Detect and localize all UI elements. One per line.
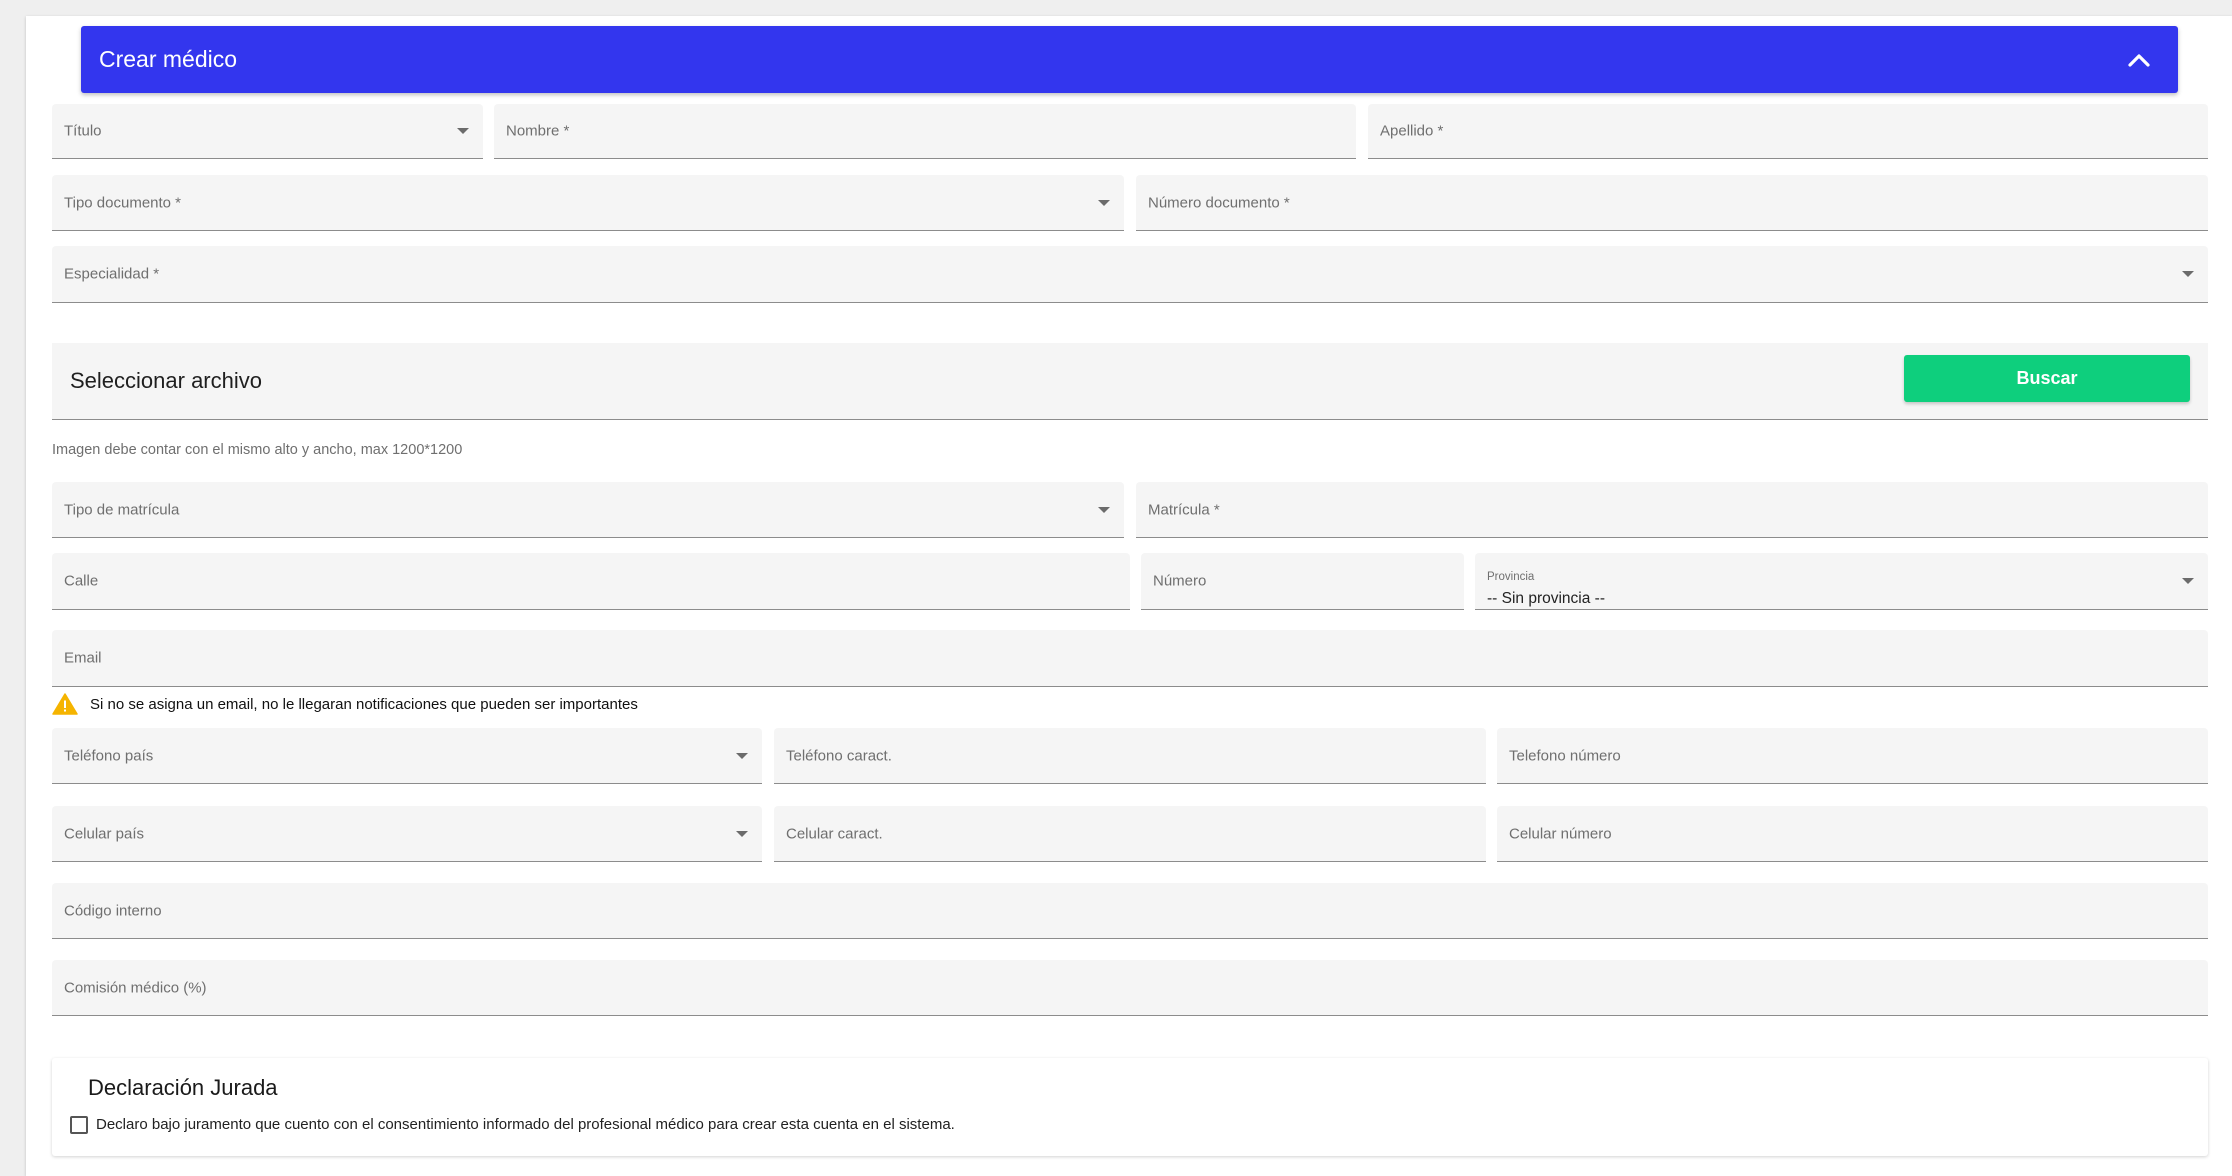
file-hint: Imagen debe contar con el mismo alto y a… — [52, 442, 463, 458]
telefono-numero-input[interactable]: Telefono número — [1497, 728, 2208, 784]
apellido-input[interactable]: Apellido * — [1368, 104, 2208, 159]
dropdown-arrow-icon — [2182, 578, 2194, 584]
dropdown-arrow-icon — [736, 752, 748, 759]
tipo-matricula-label: Tipo de matrícula — [64, 501, 180, 518]
tipo-matricula-select[interactable]: Tipo de matrícula — [52, 482, 1124, 538]
numero-documento-label: Número documento * — [1148, 194, 1290, 211]
declaracion-title: Declaración Jurada — [88, 1075, 278, 1100]
form-header[interactable]: Crear médico — [81, 26, 2178, 93]
titulo-label: Título — [64, 122, 102, 140]
celular-pais-label: Celular país — [64, 825, 145, 842]
declaracion-jurada-panel: Declaración Jurada Declaro bajo jurament… — [52, 1058, 2208, 1156]
tipo-documento-select[interactable]: Tipo documento * — [52, 175, 1124, 231]
comision-label: Comisión médico (%) — [64, 979, 207, 996]
dropdown-arrow-icon — [1098, 199, 1110, 206]
celular-caract-label: Celular caract. — [786, 825, 883, 842]
dropdown-arrow-icon — [1098, 506, 1110, 513]
telefono-numero-label: Telefono número — [1509, 747, 1621, 764]
telefono-pais-label: Teléfono país — [64, 747, 154, 764]
provincia-select[interactable]: Provincia -- Sin provincia -- — [1475, 553, 2208, 610]
codigo-interno-label: Código interno — [64, 902, 162, 919]
numero-input[interactable]: Número — [1141, 553, 1464, 610]
matricula-label: Matrícula * — [1148, 501, 1220, 518]
telefono-caract-label: Teléfono caract. — [786, 747, 892, 764]
declaracion-checkbox[interactable] — [70, 1116, 88, 1134]
especialidad-label: Especialidad * — [64, 265, 160, 283]
dropdown-arrow-icon — [457, 128, 469, 134]
nombre-input[interactable]: Nombre * — [494, 104, 1356, 159]
celular-numero-label: Celular número — [1509, 825, 1612, 842]
declaracion-checkbox-label: Declaro bajo juramento que cuento con el… — [96, 1116, 955, 1133]
especialidad-select[interactable]: Especialidad * — [52, 246, 2208, 303]
celular-caract-input[interactable]: Celular caract. — [774, 806, 1486, 862]
email-label: Email — [64, 649, 102, 667]
email-input[interactable]: Email — [52, 630, 2208, 687]
provincia-label: Provincia — [1487, 571, 1535, 583]
email-warning: Si no se asigna un email, no le llegaran… — [52, 693, 638, 715]
telefono-pais-select[interactable]: Teléfono país — [52, 728, 762, 784]
matricula-input[interactable]: Matrícula * — [1136, 482, 2208, 538]
provincia-value: -- Sin provincia -- — [1487, 590, 1605, 607]
buscar-button[interactable]: Buscar — [1904, 355, 2190, 402]
form-title: Crear médico — [99, 46, 238, 72]
tipo-documento-label: Tipo documento * — [64, 194, 182, 211]
apellido-label: Apellido * — [1380, 122, 1444, 140]
codigo-interno-input[interactable]: Código interno — [52, 883, 2208, 939]
celular-pais-select[interactable]: Celular país — [52, 806, 762, 862]
file-selector: Seleccionar archivo — [52, 343, 2208, 420]
email-warning-text: Si no se asigna un email, no le llegaran… — [90, 695, 638, 713]
numero-label: Número — [1153, 572, 1207, 590]
dropdown-arrow-icon — [736, 830, 748, 837]
dropdown-arrow-icon — [2182, 271, 2194, 277]
calle-input[interactable]: Calle — [52, 553, 1130, 610]
telefono-caract-input[interactable]: Teléfono caract. — [774, 728, 1486, 784]
numero-documento-input[interactable]: Número documento * — [1136, 175, 2208, 231]
nombre-label: Nombre * — [506, 122, 570, 140]
titulo-select[interactable]: Título — [52, 104, 483, 159]
calle-label: Calle — [64, 572, 99, 590]
file-selector-title: Seleccionar archivo — [70, 368, 262, 393]
comision-input[interactable]: Comisión médico (%) — [52, 960, 2208, 1016]
warning-icon — [52, 693, 78, 715]
chevron-up-icon[interactable] — [2122, 43, 2156, 77]
celular-numero-input[interactable]: Celular número — [1497, 806, 2208, 862]
